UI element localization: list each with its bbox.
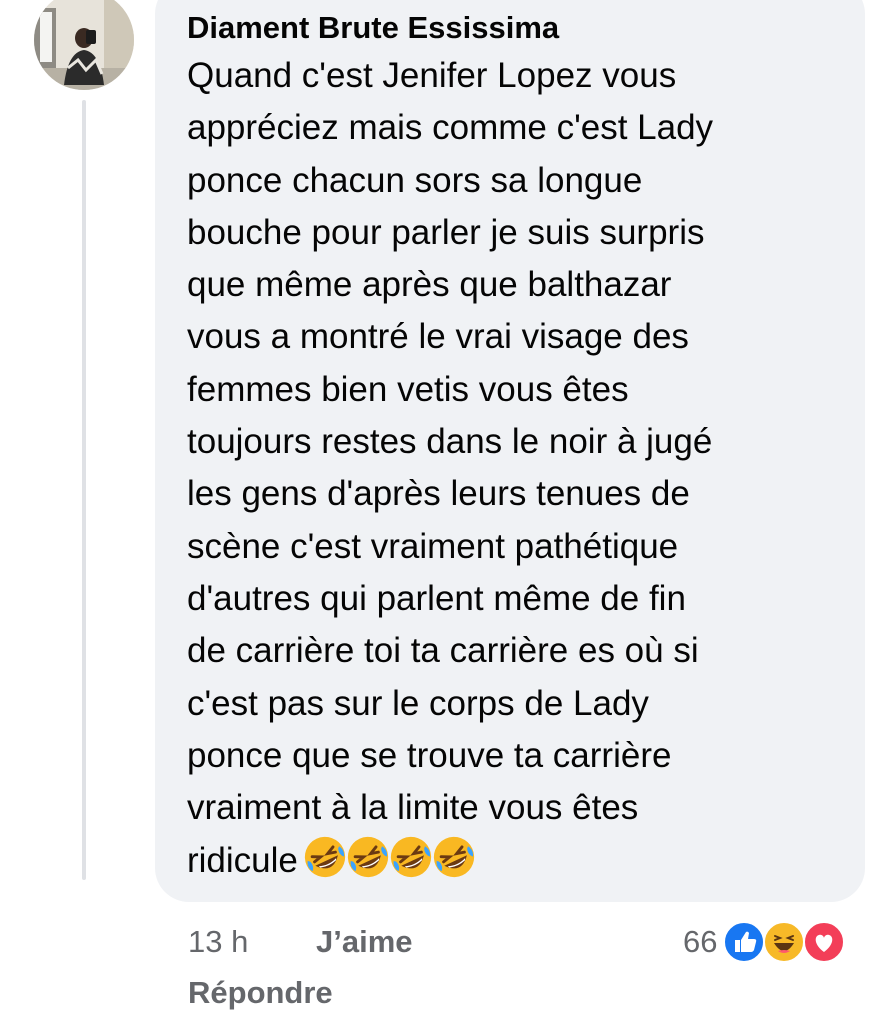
comment-line: ponce que se trouve ta carrière (187, 735, 672, 775)
rolling-laughing-emoji-icon (433, 837, 475, 878)
rolling-laughing-emoji-icon (390, 837, 432, 878)
comment-line: toujours restes dans le noir à jugé (187, 422, 713, 462)
haha-reaction-icon (763, 921, 806, 963)
comment-line: scène c'est vraiment pathétique (187, 526, 679, 566)
love-reaction-icon (803, 921, 846, 963)
avatar-photo (34, 0, 134, 90)
like-button[interactable]: J’aime (316, 922, 413, 962)
rolling-laughing-emoji-icon (347, 837, 389, 878)
comment-line: les gens d'après leurs tenues de (187, 474, 690, 514)
reaction-summary[interactable]: 66 (683, 920, 849, 964)
comment-timestamp[interactable]: 13 h (188, 922, 248, 962)
reply-button[interactable]: Répondre (188, 973, 333, 1013)
like-reaction-icon (723, 921, 766, 963)
comment-line: que même après que balthazar (187, 265, 672, 305)
rolling-laughing-emoji-icon (304, 837, 346, 878)
comment-line: ponce chacun sors sa longue (187, 160, 643, 200)
avatar[interactable] (34, 0, 134, 90)
reaction-icons (723, 920, 849, 964)
comment-line: femmes bien vetis vous êtes (187, 369, 629, 409)
comment-line: vous a montré le vrai visage des (187, 317, 689, 357)
comment-author-name[interactable]: Diament Brute Essissima (187, 8, 835, 48)
reply-thread-line (82, 100, 86, 880)
comment-line: bouche pour parler je suis surpris (187, 212, 705, 252)
reaction-count: 66 (683, 924, 718, 959)
comment-line: appréciez mais comme c'est Lady (187, 108, 714, 148)
laughing-emoji-row (302, 834, 475, 895)
comment-line: vraiment à la limite vous êtes (187, 788, 639, 828)
comment-line: c'est pas sur le corps de Lady (187, 683, 649, 723)
comment-line: ridicule (187, 841, 298, 881)
comment-line: Quand c'est Jenifer Lopez vous (187, 56, 677, 95)
comment-line: d'autres qui parlent même de fin (187, 578, 686, 618)
comment-line: de carrière toi ta carrière es où si (187, 631, 699, 671)
comment-bubble: Diament Brute Essissima Quand c'est Jeni… (155, 0, 865, 902)
comment-text: Quand c'est Jenifer Lopez vous appréciez… (187, 50, 847, 896)
